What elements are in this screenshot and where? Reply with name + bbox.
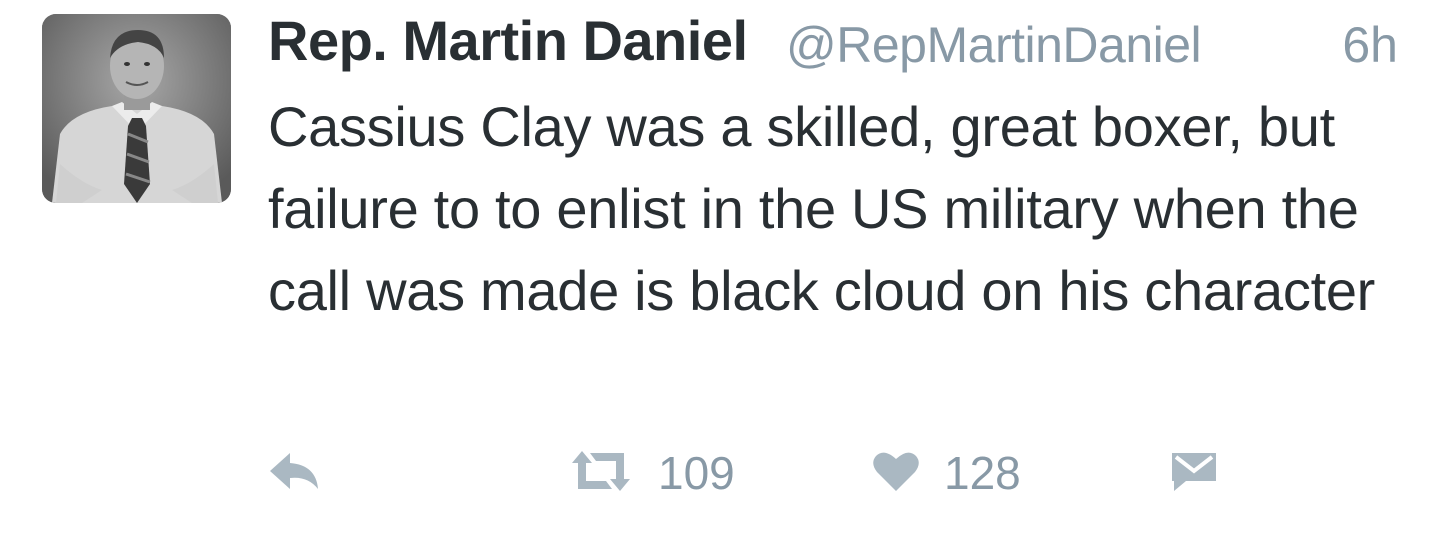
like-button[interactable]: 128 [872, 440, 1021, 506]
reply-icon [268, 451, 320, 496]
direct-message-button[interactable] [1170, 440, 1218, 506]
tweet-actions: 109 128 [268, 440, 1268, 510]
tweet-header: Rep. Martin Daniel @RepMartinDaniel 6h [268, 8, 1408, 78]
tweet-card: Rep. Martin Daniel @RepMartinDaniel 6h C… [0, 0, 1440, 534]
avatar-photo [42, 14, 231, 203]
author-display-name[interactable]: Rep. Martin Daniel [268, 8, 748, 74]
like-count: 128 [944, 447, 1021, 499]
retweet-icon [568, 449, 634, 498]
retweet-button[interactable]: 109 [568, 440, 735, 506]
tweet-text: Cassius Clay was a skilled, great boxer,… [268, 95, 1376, 322]
reply-button[interactable] [268, 440, 320, 506]
tweet-timestamp[interactable]: 6h [1342, 12, 1398, 78]
retweet-count: 109 [658, 447, 735, 499]
heart-icon [872, 449, 920, 498]
author-handle[interactable]: @RepMartinDaniel [786, 12, 1202, 78]
avatar[interactable] [42, 14, 231, 203]
envelope-icon [1170, 449, 1218, 498]
